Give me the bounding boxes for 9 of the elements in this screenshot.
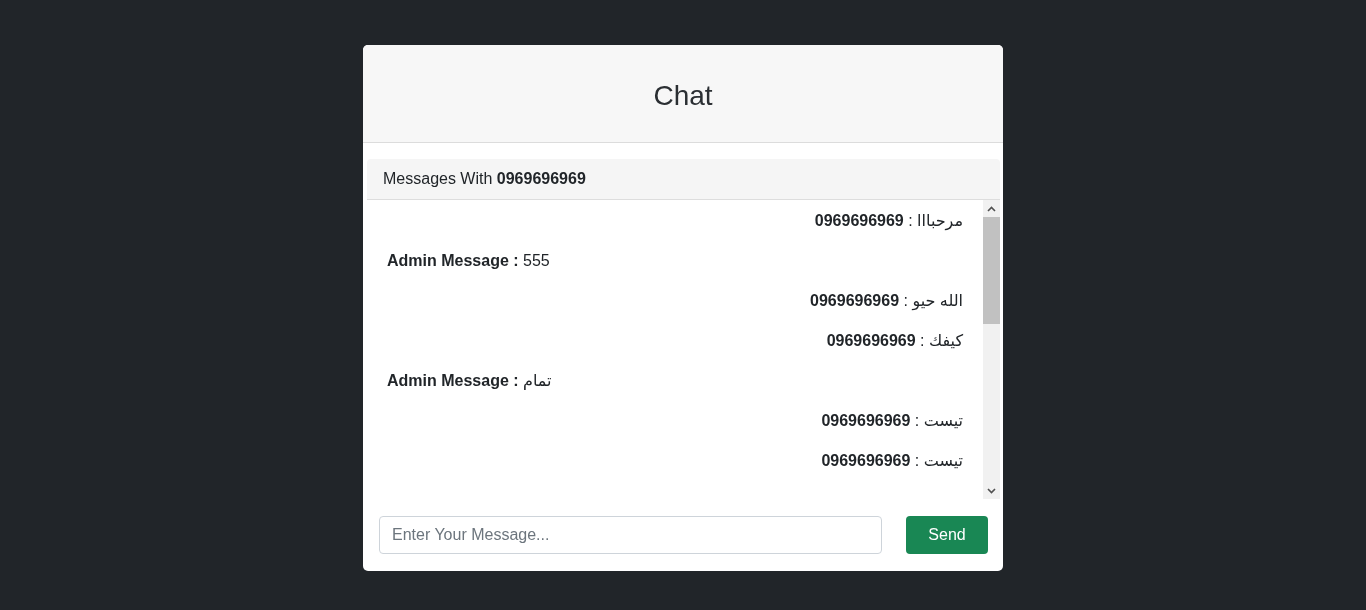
message-text: Admin Message : 555	[387, 251, 550, 271]
send-button[interactable]: Send	[906, 516, 988, 554]
conversation-heading: Messages With 0969696969	[383, 169, 586, 189]
message-input[interactable]: Enter Your Message...	[379, 516, 882, 554]
chat-title: Chat	[653, 78, 713, 113]
scrollbar-track[interactable]	[983, 200, 1000, 499]
scrollbar-thumb[interactable]	[983, 217, 1000, 324]
chevron-up-icon[interactable]	[987, 205, 996, 212]
chevron-down-icon[interactable]	[987, 487, 996, 494]
